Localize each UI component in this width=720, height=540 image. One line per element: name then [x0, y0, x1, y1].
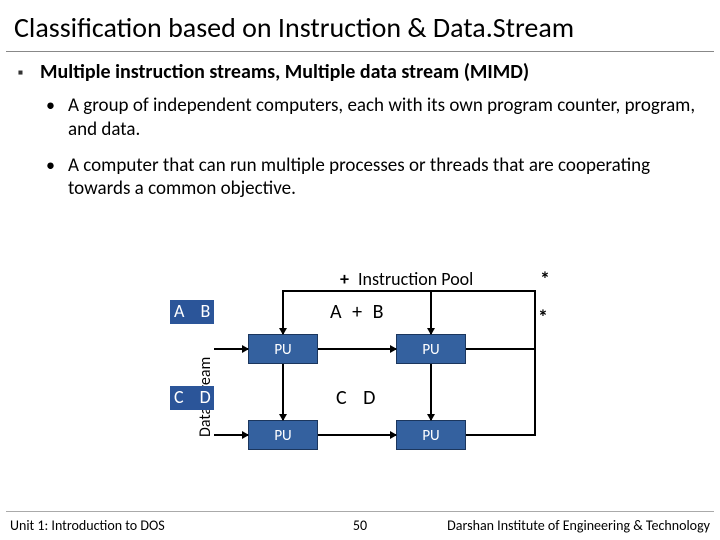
footer-right: Darshan Institute of Engineering & Techn…: [447, 517, 710, 534]
pu-1: PU: [248, 334, 318, 364]
bullet-1: A group of independent computers, each w…: [0, 88, 720, 148]
heading-mimd: Multiple instruction streams, Multiple d…: [0, 56, 720, 88]
bullet-2: A computer that can run multiple process…: [0, 148, 720, 208]
input-ab: A B: [174, 300, 216, 322]
line-h-out1: [466, 348, 536, 350]
input-cd: C D: [174, 386, 217, 408]
bus-top: [282, 290, 536, 292]
pu-3: PU: [248, 420, 318, 450]
pu-2: PU: [396, 334, 466, 364]
divider-top: [6, 51, 714, 52]
mid-cd: C D: [336, 386, 382, 410]
footer: Unit 1: Introduction to DOS 50 Darshan I…: [0, 517, 720, 534]
footer-left: Unit 1: Introduction to DOS: [10, 517, 165, 534]
pu-4: PU: [396, 420, 466, 450]
arrow-h4: [318, 434, 396, 436]
arrow-h1: [214, 348, 248, 350]
star-2: *: [538, 306, 548, 330]
line-h-out2: [466, 434, 536, 436]
star-1: *: [540, 268, 550, 292]
arrow-h2: [318, 348, 396, 350]
arrow-v2: [430, 290, 432, 334]
divider-bottom: [6, 511, 714, 512]
arrow-h3: [214, 434, 248, 436]
footer-page: 50: [353, 517, 367, 534]
plus-symbol: +: [340, 268, 349, 290]
arrow-v4: [430, 364, 432, 420]
arrow-v3: [282, 364, 284, 420]
mimd-diagram: + Instruction Pool * * Data Stream A B C…: [140, 268, 580, 498]
slide-title: Classification based on Instruction & Da…: [0, 0, 720, 51]
instruction-pool-label: Instruction Pool: [358, 268, 473, 290]
arrow-v1: [282, 290, 284, 334]
mid-ab: A + B: [330, 300, 386, 324]
bus-right: [534, 290, 536, 436]
